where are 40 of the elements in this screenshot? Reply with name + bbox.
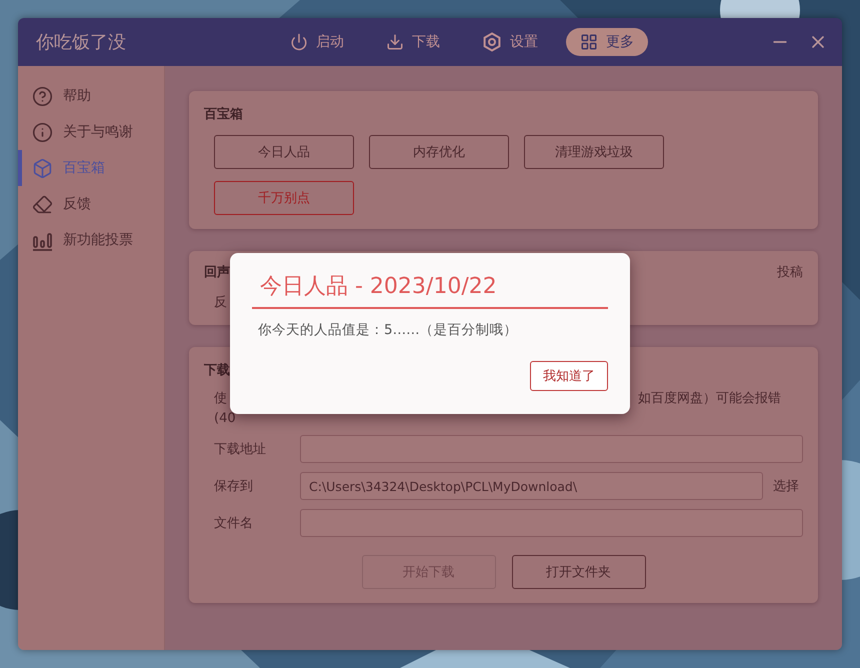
box-icon — [32, 158, 53, 178]
contribute-link[interactable]: 投稿 — [777, 263, 803, 281]
sidebar-item[interactable]: 反馈 — [18, 186, 164, 222]
sidebar-item[interactable]: 关于与鸣谢 — [18, 114, 164, 150]
dialog-title: 今日人品 - 2023/10/22 — [252, 265, 608, 309]
card-title: 回声 — [204, 264, 230, 281]
info-icon — [32, 122, 53, 142]
eraser-icon — [32, 194, 53, 214]
input-field[interactable] — [300, 509, 803, 537]
notice-text: (40 — [214, 411, 236, 426]
nav-tab[interactable]: 设置 — [468, 28, 552, 56]
settings-icon — [482, 32, 502, 52]
tool-button[interactable]: 清理游戏垃圾 — [524, 135, 664, 169]
field-label: 下载地址 — [214, 441, 267, 458]
card-title: 百宝箱 — [204, 107, 243, 122]
download-icon — [386, 33, 404, 51]
power-icon — [290, 33, 308, 51]
nav-tab[interactable]: 启动 — [276, 28, 358, 56]
sidebar-item[interactable]: 帮助 — [18, 78, 164, 114]
card-title: 下载 — [204, 363, 230, 378]
sidebar-item[interactable]: 新功能投票 — [18, 222, 164, 258]
notice-text: 使 — [214, 390, 227, 407]
tool-button[interactable]: 千万别点 — [214, 181, 354, 215]
choose-link[interactable]: 选择 — [773, 477, 803, 495]
nav-tab[interactable]: 更多 — [566, 28, 648, 56]
card-text: 反 — [214, 295, 227, 310]
help-icon — [32, 86, 53, 106]
window-title: 你吃饭了没 — [36, 31, 127, 54]
tool-button[interactable]: 内存优化 — [369, 135, 509, 169]
input-field[interactable] — [300, 435, 803, 463]
field-label: 保存到 — [214, 478, 254, 495]
input-field[interactable]: C:\Users\34324\Desktop\PCL\MyDownload\ — [300, 472, 763, 500]
notice-text: 如百度网盘）可能会报错 — [638, 390, 782, 407]
field-label: 文件名 — [214, 515, 254, 532]
tool-button[interactable]: 今日人品 — [214, 135, 354, 169]
confirm-button[interactable]: 我知道了 — [530, 361, 608, 391]
action-button[interactable]: 打开文件夹 — [512, 555, 646, 589]
grid-icon — [580, 33, 598, 51]
dialog-message: 你今天的人品值是：5……（是百分制哦） — [258, 321, 519, 339]
nav-tab[interactable]: 下载 — [372, 28, 454, 56]
